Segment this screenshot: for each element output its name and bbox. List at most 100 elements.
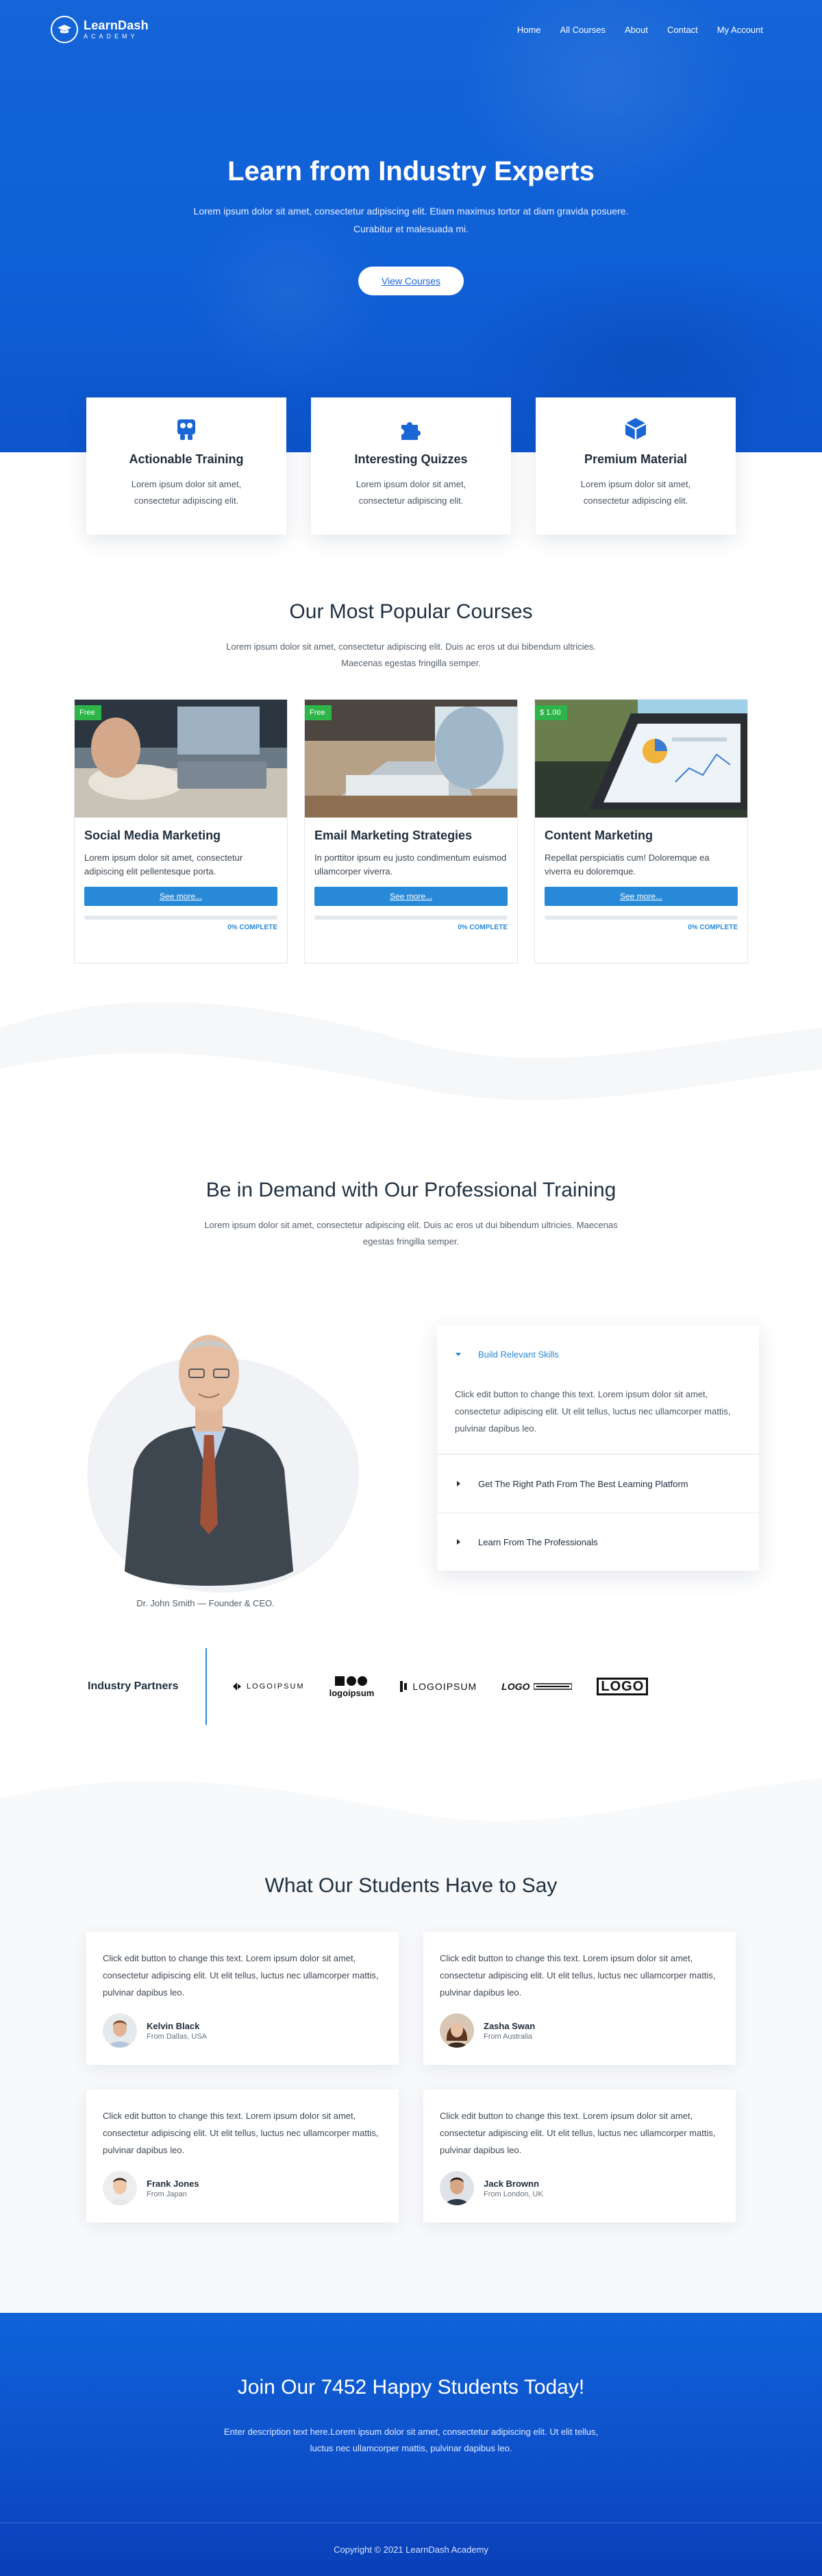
partner-logo[interactable]: LOGO [501,1681,573,1692]
student-location: From Australia [484,2032,532,2041]
accordion-title: Build Relevant Skills [478,1349,559,1360]
feature-description: Lorem ipsum dolor sit amet, consectetur … [356,479,466,506]
graduation-cap-icon [51,16,78,43]
section-title: Be in Demand with Our Professional Train… [206,1179,616,1201]
skills-accordion: Build Relevant Skills Click edit button … [437,1325,759,1571]
feature-card: Interesting Quizzes Lorem ipsum dolor si… [311,397,511,535]
avatar [440,2171,474,2205]
training-icon [173,415,200,443]
course-image[interactable]: Free [75,700,287,818]
nav-my-account[interactable]: My Account [717,25,763,35]
main-nav: Home All Courses About Contact My Accoun… [517,25,763,35]
founder-portrait [123,1335,295,1586]
cta-section: Join Our 7452 Happy Students Today! Ente… [0,2313,822,2576]
partner-logo[interactable]: LOGOIPSUM [399,1680,477,1693]
site-logo[interactable]: LearnDash ACADEMY [51,16,149,43]
course-card[interactable]: Free Email Marketing Strategies In portt… [304,699,518,964]
testimonial-card: Click edit button to change this text. L… [86,2089,399,2222]
price-badge: Free [305,705,332,720]
course-title[interactable]: Social Media Marketing [84,829,277,843]
wave-divider [0,1778,822,1854]
progress-bar [84,916,277,920]
course-title[interactable]: Email Marketing Strategies [314,829,508,843]
testimonial-text: Click edit button to change this text. L… [103,1953,379,1998]
partner-logos: LOGOIPSUM logoipsum LOGOIPSUM LOGO LOGO [232,1676,649,1698]
testimonial-text: Click edit button to change this text. L… [103,2111,379,2155]
testimonial-text: Click edit button to change this text. L… [440,2111,716,2155]
price-badge: Free [75,705,101,720]
accordion-title: Learn From The Professionals [478,1536,598,1547]
feature-description: Lorem ipsum dolor sit amet, consectetur … [131,479,242,506]
testimonials-section: What Our Students Have to Say Click edit… [0,1854,822,2313]
student-location: From Japan [147,2189,187,2198]
hero-description: Lorem ipsum dolor sit amet, consectetur … [193,206,629,234]
student-name: Kelvin Black [147,2020,200,2031]
course-description: Lorem ipsum dolor sit amet, consectetur … [84,852,243,876]
accordion-header[interactable]: Get The Right Path From The Best Learnin… [437,1455,759,1512]
popular-courses-section: Our Most Popular Courses Lorem ipsum dol… [0,576,822,1151]
student-name: Frank Jones [147,2178,199,2189]
course-image[interactable]: $ 1.00 [535,700,747,818]
box-icon [622,415,649,443]
see-more-button[interactable]: See more... [545,887,738,906]
testimonial-grid: Click edit button to change this text. L… [86,1932,736,2222]
student-name: Zasha Swan [484,2020,536,2031]
caret-right-icon [455,1479,462,1489]
price-badge: $ 1.00 [535,705,567,720]
progress-label: 0% COMPLETE [227,924,277,931]
partner-logo[interactable]: LOGO [597,1678,649,1695]
student-name: Jack Brownn [484,2178,539,2189]
portrait-caption: Dr. John Smith — Founder & CEO. [136,1598,275,1608]
partner-logo[interactable]: LOGOIPSUM [232,1681,305,1692]
student-location: From London, UK [484,2189,543,2198]
testimonial-card: Click edit button to change this text. L… [423,2089,736,2222]
feature-title: Premium Material [584,452,688,466]
feature-title: Actionable Training [129,452,244,466]
feature-card: Premium Material Lorem ipsum dolor sit a… [536,397,736,535]
progress-bar [545,916,738,920]
partners-label: Industry Partners [88,1680,179,1692]
caret-right-icon [455,1537,462,1547]
training-section: Be in Demand with Our Professional Train… [0,1151,822,1648]
partners-divider [206,1648,207,1725]
brand-name: LearnDash [84,19,149,32]
section-description: Lorem ipsum dolor sit amet, consectetur … [226,641,596,668]
view-courses-button[interactable]: View Courses [358,267,464,295]
accordion-header[interactable]: Build Relevant Skills [437,1325,759,1383]
nav-all-courses[interactable]: All Courses [560,25,606,35]
feature-cards: Actionable Training Lorem ipsum dolor si… [86,397,736,535]
accordion-content: Click edit button to change this text. L… [437,1383,759,1454]
progress-label: 0% COMPLETE [458,924,508,931]
nav-home[interactable]: Home [517,25,541,35]
nav-contact[interactable]: Contact [667,25,698,35]
feature-description: Lorem ipsum dolor sit amet, consectetur … [580,479,691,506]
accordion-title: Get The Right Path From The Best Learnin… [478,1478,688,1489]
top-navbar: LearnDash ACADEMY Home All Courses About… [0,0,822,59]
course-title[interactable]: Content Marketing [545,829,738,843]
copyright-text: Copyright © 2021 LearnDash Academy [334,2544,488,2555]
course-card[interactable]: $ 1.00 Content Marketing Repellat perspi… [534,699,748,964]
section-title: Our Most Popular Courses [289,600,533,623]
puzzle-icon [397,415,425,443]
section-description: Lorem ipsum dolor sit amet, consectetur … [204,1220,618,1247]
hero-title: Learn from Industry Experts [227,156,595,186]
testimonial-card: Click edit button to change this text. L… [86,1932,399,2065]
cta-title: Join Our 7452 Happy Students Today! [237,2376,585,2399]
see-more-button[interactable]: See more... [314,887,508,906]
testimonial-card: Click edit button to change this text. L… [423,1932,736,2065]
caret-down-icon [455,1349,462,1360]
accordion-header[interactable]: Learn From The Professionals [437,1513,759,1571]
partner-logo[interactable]: logoipsum [329,1676,374,1698]
feature-card: Actionable Training Lorem ipsum dolor si… [86,397,286,535]
see-more-button[interactable]: See more... [84,887,277,906]
course-grid: Free Social Media Marketing Lorem ipsum … [74,699,748,964]
course-description: In porttitor ipsum eu justo condimentum … [314,852,507,876]
progress-label: 0% COMPLETE [688,924,738,931]
course-image[interactable]: Free [305,700,517,818]
accordion-item: Learn From The Professionals [437,1513,759,1571]
course-card[interactable]: Free Social Media Marketing Lorem ipsum … [74,699,288,964]
partners-section: Industry Partners LOGOIPSUM logoipsum LO… [0,1648,822,1854]
avatar [440,2013,474,2048]
brand-subtitle: ACADEMY [84,33,138,40]
nav-about[interactable]: About [625,25,648,35]
